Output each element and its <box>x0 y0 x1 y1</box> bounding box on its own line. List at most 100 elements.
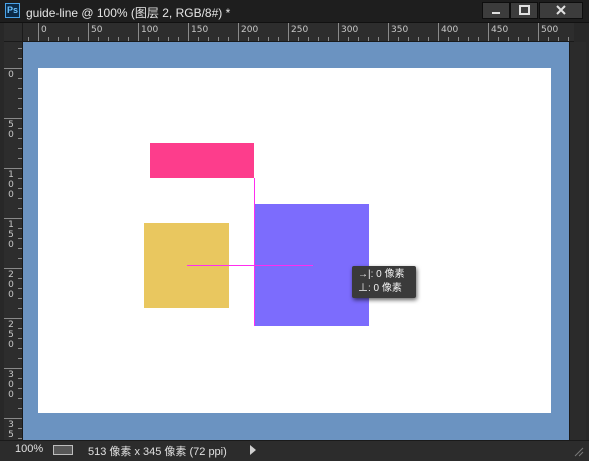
ruler-label: 100 <box>8 170 14 200</box>
resize-grip-icon[interactable] <box>572 445 584 457</box>
ruler-tick <box>358 37 359 41</box>
ruler-tick <box>148 37 149 41</box>
ruler-tick <box>18 338 22 339</box>
play-arrow-icon[interactable] <box>250 445 256 455</box>
ruler-tick <box>38 23 39 41</box>
ruler-tick <box>18 408 22 409</box>
ruler-label: 250 <box>291 25 309 35</box>
ruler-tick <box>278 37 279 41</box>
ruler-tick <box>418 37 419 41</box>
ruler-tick <box>4 368 22 369</box>
ruler-tick <box>188 23 189 41</box>
maximize-button[interactable] <box>510 2 538 19</box>
ruler-tick <box>218 37 219 41</box>
ruler-tick <box>98 37 99 41</box>
ruler-tick <box>508 37 509 41</box>
ruler-tick <box>18 178 22 179</box>
ruler-tick <box>18 88 22 89</box>
ruler-label: 100 <box>141 25 159 35</box>
ruler-tick <box>48 37 49 41</box>
ruler-tick <box>268 37 269 41</box>
ruler-tick <box>4 168 22 169</box>
ruler-tick <box>388 23 389 41</box>
ruler-tick <box>18 108 22 109</box>
smart-guide-vertical <box>254 178 255 326</box>
ruler-tick <box>208 37 209 41</box>
document-status-icon[interactable] <box>53 445 73 455</box>
minimize-icon <box>492 12 500 14</box>
ruler-tick <box>258 37 259 41</box>
photoshop-app-icon: Ps <box>5 3 20 18</box>
ruler-tick <box>18 248 22 249</box>
ruler-tick <box>228 37 229 41</box>
ruler-label: 250 <box>8 320 14 350</box>
ruler-tick <box>158 37 159 41</box>
ruler-tick <box>4 218 22 219</box>
close-button[interactable] <box>539 2 583 19</box>
ruler-tick <box>18 58 22 59</box>
ruler-label: 50 <box>8 120 14 140</box>
ruler-tick <box>308 37 309 41</box>
ruler-tick <box>528 37 529 41</box>
minimize-button[interactable] <box>482 2 510 19</box>
ruler-tick <box>238 23 239 41</box>
ruler-tick <box>288 23 289 41</box>
ruler-tick <box>548 37 549 41</box>
ruler-tick <box>18 158 22 159</box>
ruler-tick <box>18 238 22 239</box>
document-canvas[interactable] <box>38 68 551 413</box>
ruler-tick <box>558 37 559 41</box>
vertical-ruler[interactable]: 0 50 100 150 200 250 300 350 <box>4 42 23 440</box>
zoom-level[interactable]: 100% <box>15 443 43 455</box>
pink-rectangle-layer[interactable] <box>150 143 254 178</box>
ruler-tick <box>328 37 329 41</box>
tooltip-vertical-distance: ⊥: 0 像素 <box>358 283 402 294</box>
ruler-origin[interactable] <box>4 23 23 42</box>
ruler-tick <box>398 37 399 41</box>
ruler-label: 50 <box>91 25 103 35</box>
ruler-tick <box>18 258 22 259</box>
vertical-scrollbar[interactable] <box>569 42 586 440</box>
ruler-tick <box>168 37 169 41</box>
ruler-tick <box>18 208 22 209</box>
ruler-tick <box>18 308 22 309</box>
ruler-tick <box>18 228 22 229</box>
ruler-label: 400 <box>441 25 459 35</box>
ruler-tick <box>128 37 129 41</box>
photoshop-document-window: Ps guide-line @ 100% (图层 2, RGB/8#) * 0 5… <box>0 0 589 461</box>
ruler-tick <box>518 37 519 41</box>
ruler-label: 350 <box>8 420 14 440</box>
ruler-tick <box>198 37 199 41</box>
ruler-tick <box>4 268 22 269</box>
horizontal-ruler[interactable]: 0 50 100 150 200 250 300 350 400 450 500 <box>23 23 574 42</box>
ruler-label: 0 <box>41 25 47 35</box>
ruler-label: 500 <box>541 25 559 35</box>
ruler-tick <box>488 23 489 41</box>
ruler-label: 0 <box>8 70 14 80</box>
ruler-tick <box>568 37 569 41</box>
ruler-tick <box>298 37 299 41</box>
ruler-tick <box>108 37 109 41</box>
title-bar[interactable]: Ps guide-line @ 100% (图层 2, RGB/8#) * <box>0 0 589 23</box>
distance-tooltip: →|: 0 像素 ⊥: 0 像素 <box>352 266 416 298</box>
ruler-label: 350 <box>391 25 409 35</box>
ruler-tick <box>448 37 449 41</box>
ruler-label: 200 <box>8 270 14 300</box>
pasteboard[interactable]: →|: 0 像素 ⊥: 0 像素 <box>23 42 569 440</box>
ruler-tick <box>318 37 319 41</box>
ruler-tick <box>18 348 22 349</box>
ruler-tick <box>138 23 139 41</box>
ruler-tick <box>248 37 249 41</box>
ruler-tick <box>18 138 22 139</box>
ruler-tick <box>408 37 409 41</box>
ruler-tick <box>18 298 22 299</box>
ruler-tick <box>428 37 429 41</box>
ruler-tick <box>18 278 22 279</box>
ruler-tick <box>18 438 22 439</box>
ruler-tick <box>18 388 22 389</box>
ruler-tick <box>538 23 539 41</box>
ruler-tick <box>18 148 22 149</box>
status-bar: 100% 513 像素 x 345 像素 (72 ppi) <box>0 440 589 461</box>
ruler-tick <box>458 37 459 41</box>
tooltip-horizontal-distance: →|: 0 像素 <box>358 269 405 280</box>
